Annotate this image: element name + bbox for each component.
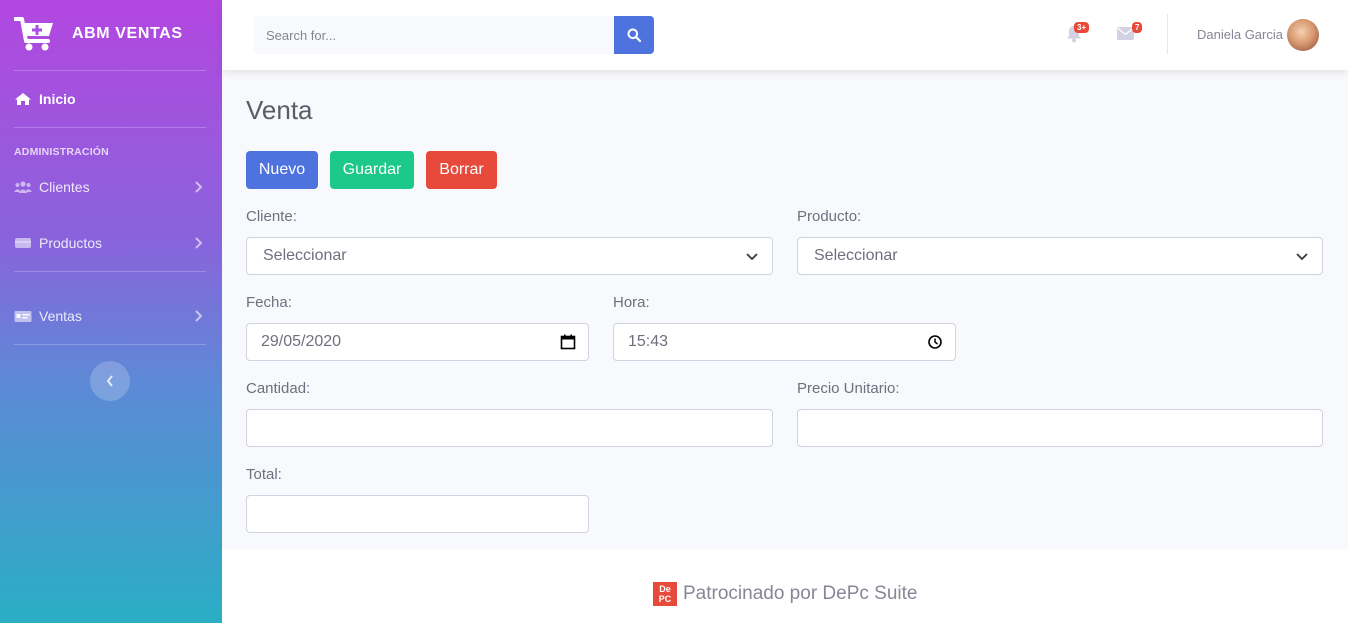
page-title: Venta (246, 95, 313, 125)
delete-button[interactable]: Borrar (426, 151, 497, 189)
client-label: Cliente: (246, 208, 297, 225)
unit-price-label: Precio Unitario: (797, 380, 900, 397)
search-input[interactable] (254, 16, 614, 54)
clock-icon[interactable] (927, 334, 943, 350)
total-label: Total: (246, 466, 282, 483)
product-select-value: Seleccionar (814, 247, 898, 264)
total-input[interactable] (246, 495, 589, 533)
unit-price-input[interactable] (797, 409, 1323, 447)
date-value: 29/05/2020 (261, 333, 342, 350)
quantity-label: Cantidad: (246, 380, 311, 397)
chevron-right-icon (195, 181, 202, 193)
new-button[interactable]: Nuevo (246, 151, 318, 189)
sidebar-divider (14, 344, 206, 345)
chevron-down-icon (1296, 253, 1308, 261)
client-select-value: Seleccionar (263, 247, 347, 264)
sidebar-section-heading: ADMINISTRACIÓN (14, 146, 109, 158)
depc-logo: DePC (653, 582, 677, 606)
sidebar-item-label: Ventas (39, 308, 82, 324)
topbar: 3+ 7 Daniela Garcia (222, 0, 1348, 70)
time-label: Hora: (613, 294, 650, 311)
sidebar-item-ventas[interactable]: Ventas (14, 304, 206, 328)
avatar[interactable] (1287, 19, 1319, 51)
brand-name: ABM VENTAS (72, 25, 183, 42)
chevron-right-icon (195, 237, 202, 249)
shopping-cart-icon (14, 17, 53, 51)
sidebar-item-label: Clientes (39, 179, 90, 195)
date-field[interactable]: 29/05/2020 (246, 323, 589, 361)
chevron-right-icon (195, 310, 202, 322)
product-select[interactable]: Seleccionar (797, 237, 1323, 275)
footer: DePC Patrocinado por DePc Suite (222, 549, 1348, 623)
search-button[interactable] (614, 16, 654, 54)
footer-text: Patrocinado por DePc Suite (683, 583, 918, 604)
alerts-button[interactable]: 3+ (1066, 22, 1090, 48)
chevron-left-icon (106, 375, 113, 387)
sidebar-item-productos[interactable]: Productos (14, 231, 206, 255)
search-bar (254, 16, 654, 54)
topbar-divider (1167, 14, 1168, 54)
calendar-icon[interactable] (560, 334, 576, 350)
sidebar-item-clientes[interactable]: Clientes (14, 175, 206, 199)
time-value: 15:43 (628, 333, 669, 350)
home-icon (15, 93, 31, 105)
id-card-icon (14, 311, 32, 322)
sidebar-item-label: Inicio (39, 91, 76, 107)
sidebar-divider (14, 70, 206, 71)
save-button[interactable]: Guardar (330, 151, 414, 189)
time-field[interactable]: 15:43 (613, 323, 956, 361)
chevron-down-icon (746, 253, 758, 261)
search-icon (627, 28, 641, 42)
quantity-input[interactable] (246, 409, 773, 447)
sidebar-divider (14, 271, 206, 272)
client-select[interactable]: Seleccionar (246, 237, 773, 275)
sidebar-brand[interactable]: ABM VENTAS (14, 14, 206, 54)
product-label: Producto: (797, 208, 862, 225)
messages-button[interactable]: 7 (1117, 22, 1143, 45)
user-name[interactable]: Daniela Garcia (1197, 27, 1283, 42)
date-label: Fecha: (246, 294, 292, 311)
footer-sponsor: DePC Patrocinado por DePc Suite (653, 582, 917, 606)
messages-count-badge: 7 (1132, 22, 1143, 33)
alerts-count-badge: 3+ (1074, 22, 1090, 33)
sidebar-divider (14, 127, 206, 128)
sidebar-item-inicio[interactable]: Inicio (14, 87, 206, 111)
depc-logo-text: DePC (658, 584, 672, 604)
sidebar: ABM VENTAS Inicio ADMINISTRACIÓN Cliente… (0, 0, 222, 623)
sidebar-item-label: Productos (39, 235, 103, 251)
sidebar-toggle-button[interactable] (90, 361, 130, 401)
users-icon (14, 181, 32, 193)
box-icon (15, 238, 31, 248)
